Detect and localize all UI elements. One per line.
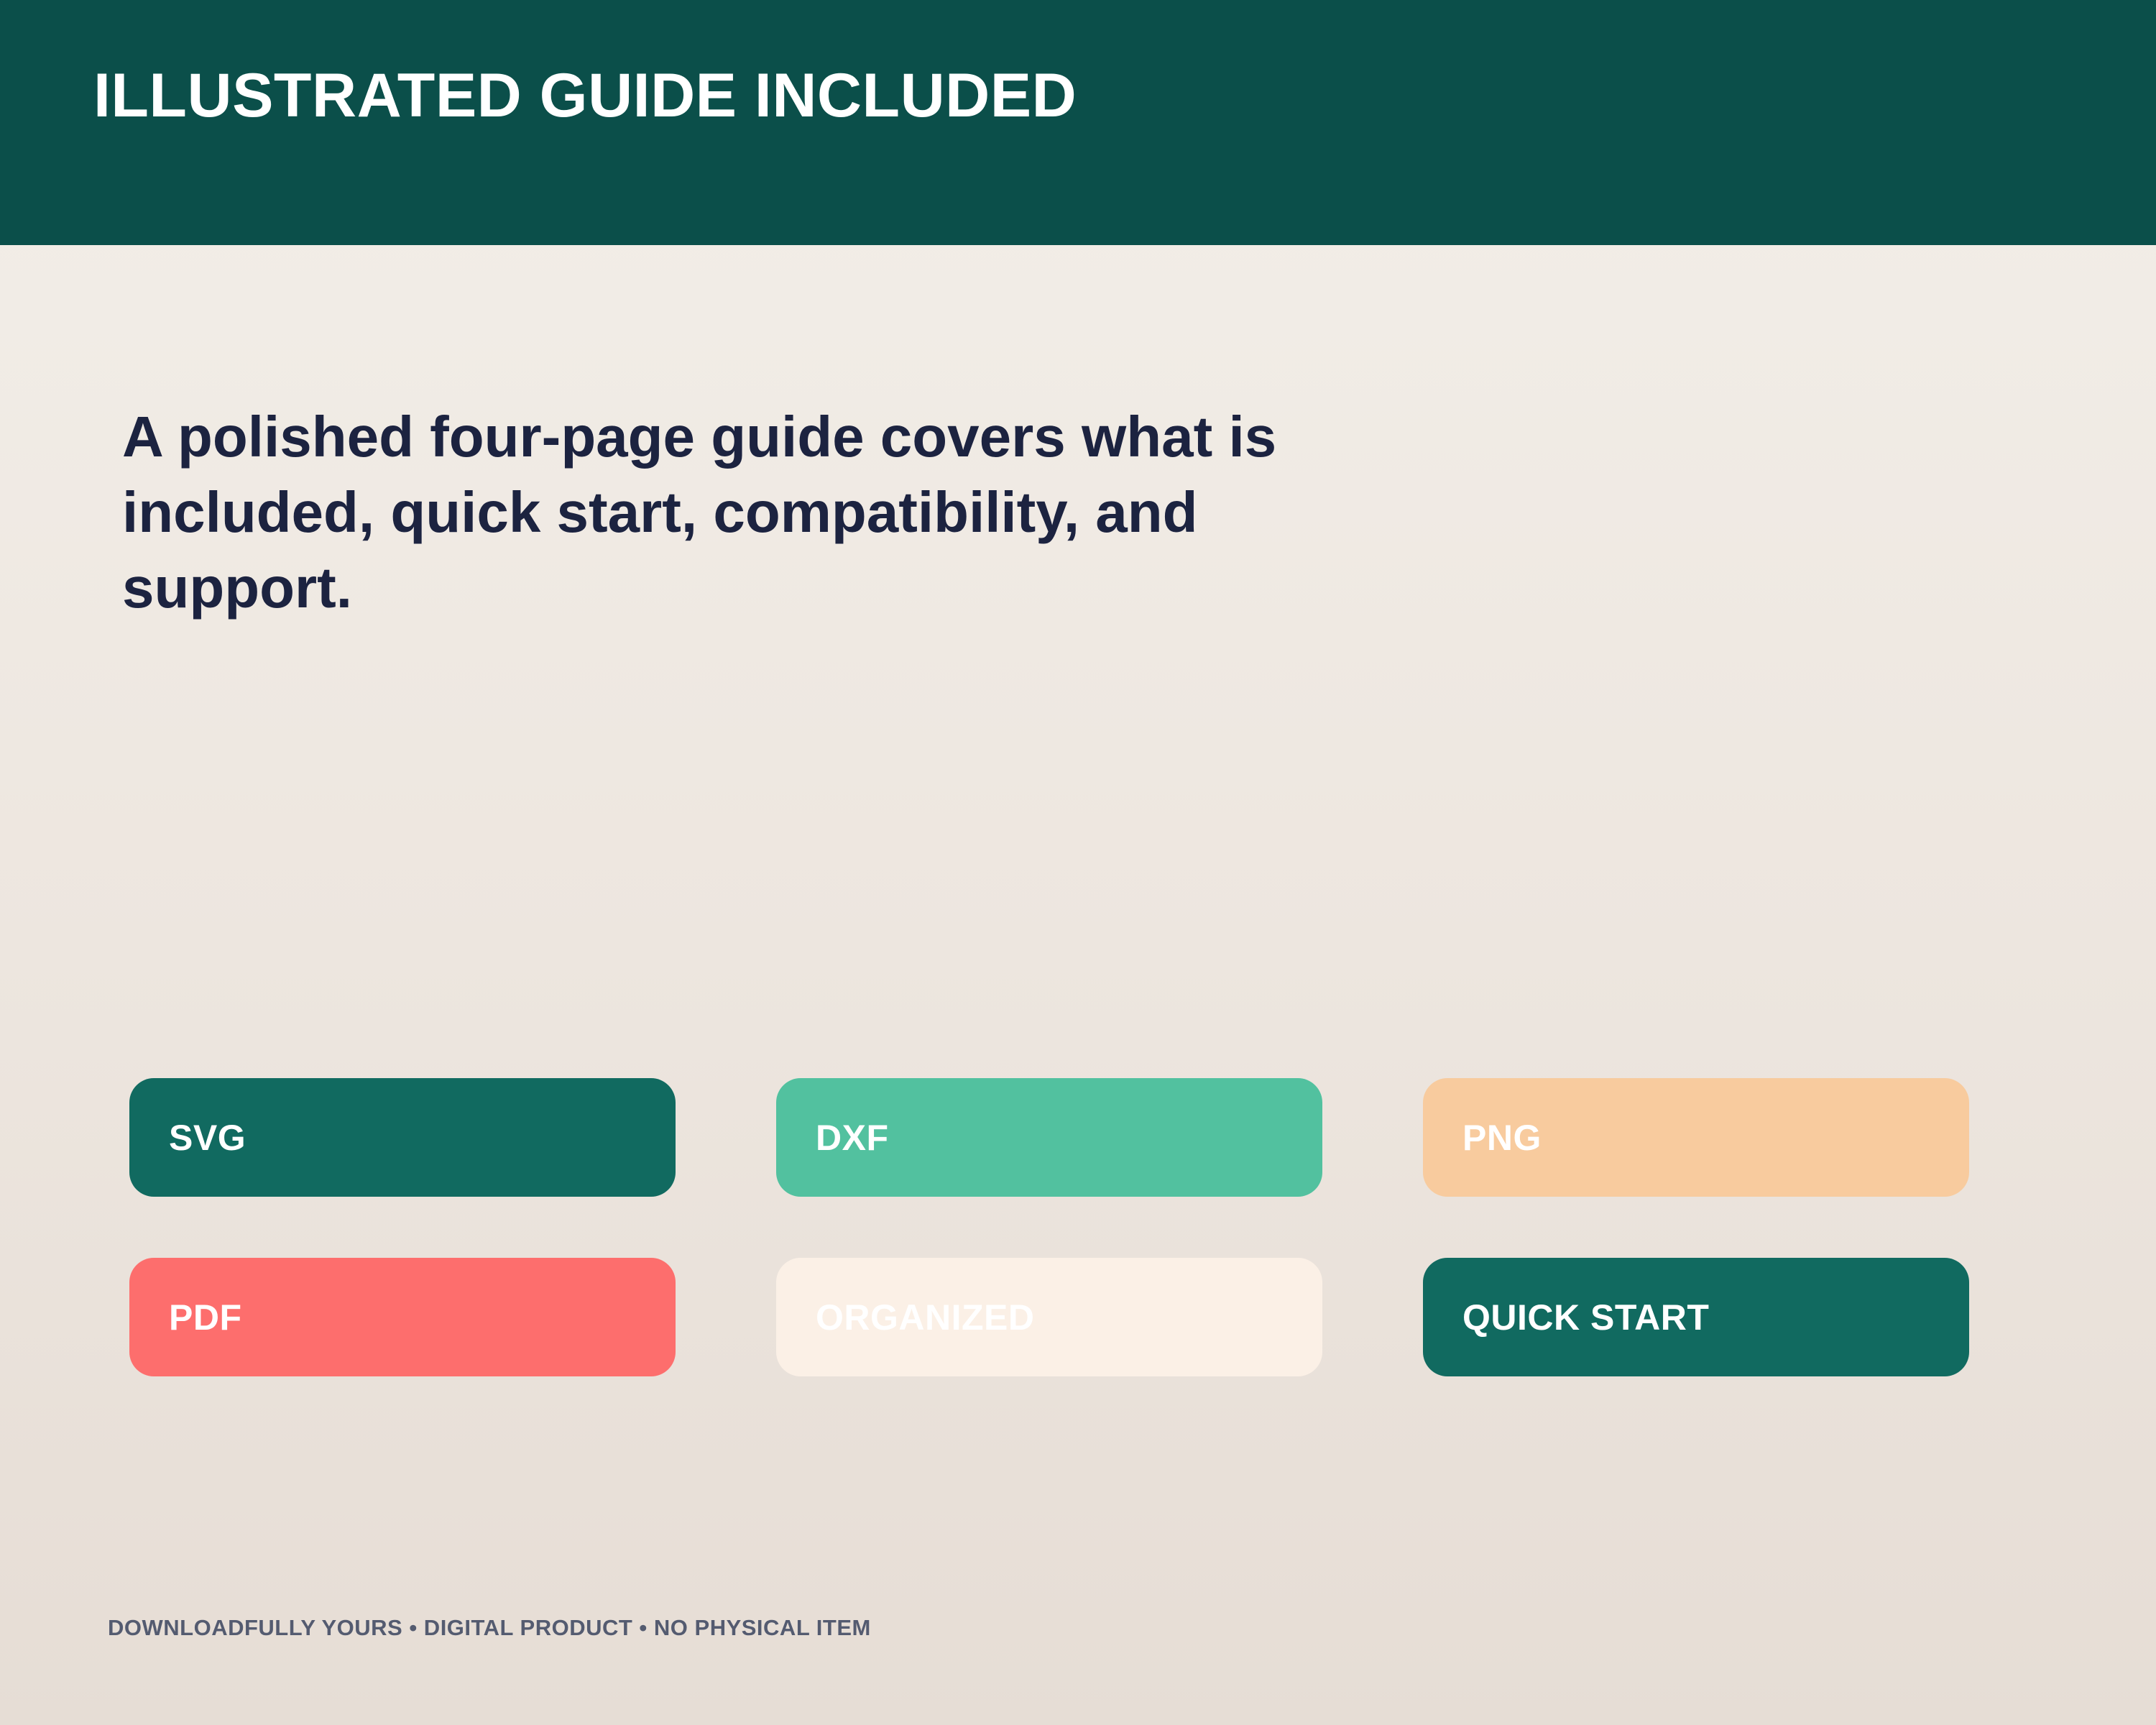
guide-description: A polished four-page guide covers what i… — [122, 405, 1277, 620]
header-banner: ILLUSTRATED GUIDE INCLUDED — [0, 0, 2156, 245]
badge-svg: SVG — [129, 1078, 676, 1197]
badge-quick-start: QUICK START — [1423, 1258, 1969, 1376]
badge-dxf: DXF — [776, 1078, 1322, 1197]
badge-pdf: PDF — [129, 1258, 676, 1376]
footer-note: DOWNLOADFULLY YOURS • DIGITAL PRODUCT • … — [108, 1615, 871, 1640]
badge-organized: ORGANIZED — [776, 1258, 1322, 1376]
badge-png: PNG — [1423, 1078, 1969, 1197]
page-title: ILLUSTRATED GUIDE INCLUDED — [93, 61, 1077, 130]
